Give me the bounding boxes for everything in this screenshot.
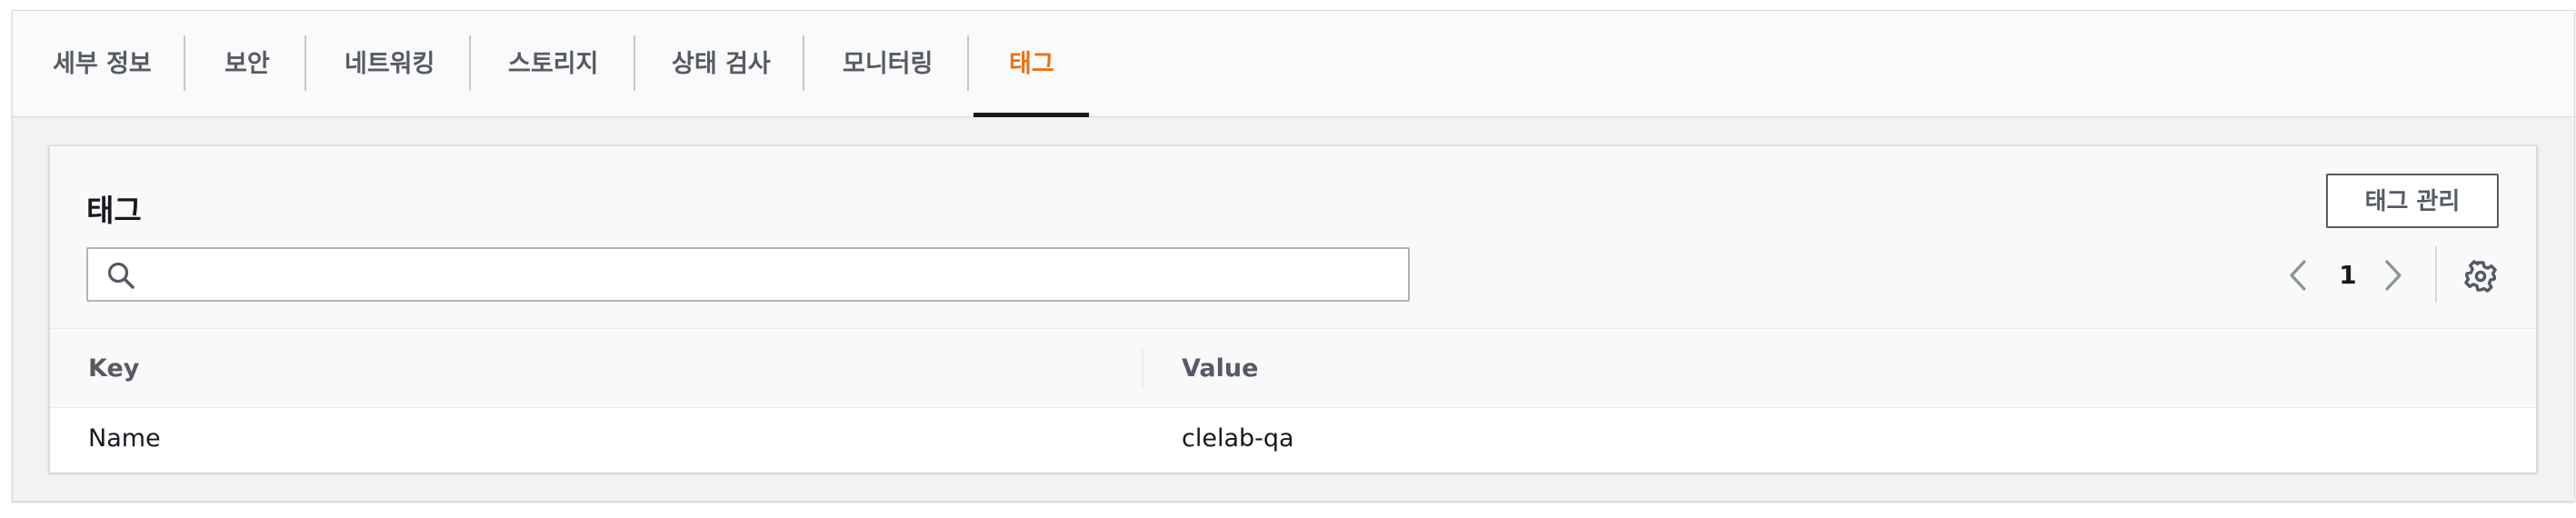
tab-divider [305, 35, 306, 91]
tags-container: 태그 태그 관리 1 Key Value Name clelab-qa [49, 145, 2537, 473]
pagination-divider [2435, 246, 2437, 303]
current-page-number[interactable]: 1 [2334, 255, 2361, 295]
tab-storage[interactable]: 스토리지 [508, 11, 598, 117]
tab-tags[interactable]: 태그 [1009, 11, 1054, 117]
chevron-left-icon[interactable] [2284, 257, 2311, 294]
tab-divider [967, 35, 969, 91]
search-box[interactable] [86, 247, 1410, 302]
tab-divider [184, 35, 185, 91]
search-input[interactable] [148, 254, 1393, 294]
tab-divider [634, 35, 635, 91]
chevron-right-icon[interactable] [2380, 257, 2407, 294]
column-header-value[interactable]: Value [1182, 329, 1258, 408]
manage-tags-button[interactable]: 태그 관리 [2326, 174, 2499, 228]
search-icon [107, 262, 135, 289]
active-tab-indicator [973, 113, 1089, 117]
tab-details[interactable]: 세부 정보 [53, 11, 152, 117]
tag-value-cell: clelab-qa [1182, 424, 1294, 453]
column-divider [1142, 349, 1143, 389]
tags-header: 태그 태그 관리 1 [50, 146, 2536, 329]
tag-key-cell: Name [88, 424, 161, 453]
tab-bar: 세부 정보 보안 네트워킹 스토리지 상태 검사 모니터링 태그 [13, 11, 2574, 117]
tab-security[interactable]: 보안 [225, 11, 270, 117]
tab-networking[interactable]: 네트워킹 [344, 11, 434, 117]
tab-status-checks[interactable]: 상태 검사 [672, 11, 771, 117]
table-row: Name clelab-qa [50, 409, 2536, 473]
table-header: Key Value [50, 329, 2536, 408]
tab-divider [469, 35, 471, 91]
tags-title: 태그 [86, 193, 142, 228]
column-header-key[interactable]: Key [88, 329, 139, 408]
tab-divider [803, 35, 804, 91]
tab-monitoring[interactable]: 모니터링 [843, 11, 933, 117]
gear-icon[interactable] [2463, 259, 2498, 294]
tabs-panel: 세부 정보 보안 네트워킹 스토리지 상태 검사 모니터링 태그 태그 태그 관… [12, 10, 2575, 502]
